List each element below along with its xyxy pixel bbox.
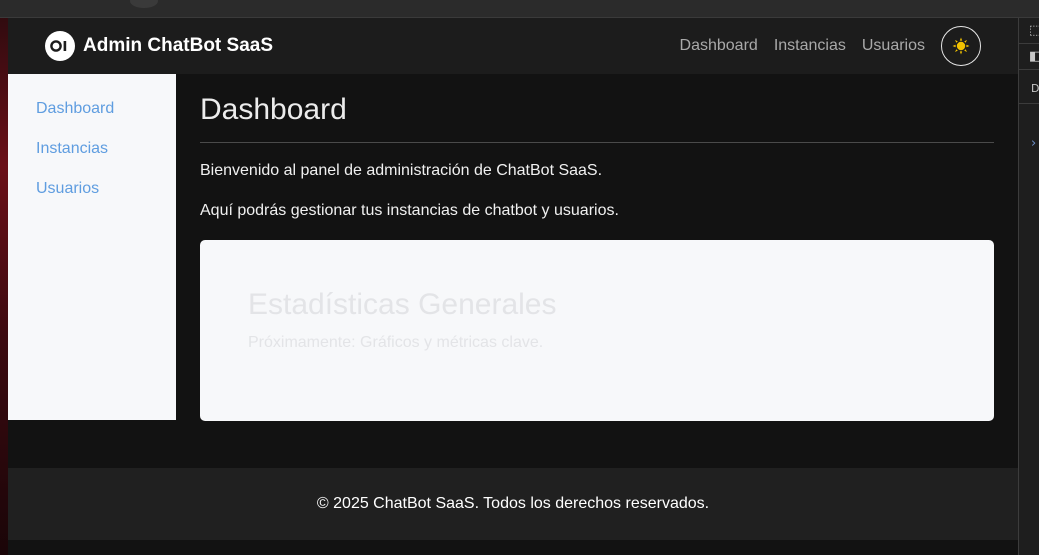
- devtools-toolbar-row: ◧: [1019, 44, 1039, 70]
- nav-link-instancias[interactable]: Instancias: [774, 37, 846, 55]
- description-text: Aquí podrás gestionar tus instancias de …: [200, 202, 619, 219]
- app-viewport: Admin ChatBot SaaS Dashboard Instancias …: [8, 18, 1018, 555]
- sidebar-item-dashboard[interactable]: Dashboard: [8, 99, 176, 139]
- brand-logo-icon: [45, 31, 75, 61]
- sidebar: Dashboard Instancias Usuarios: [8, 74, 176, 420]
- main-content: Dashboard Bienvenido al panel de adminis…: [200, 74, 994, 421]
- welcome-text: Bienvenido al panel de administración de…: [200, 162, 603, 179]
- nav-link-dashboard[interactable]: Dashboard: [680, 37, 758, 55]
- stats-card: Estadísticas Generales Próximamente: Grá…: [200, 240, 994, 421]
- nav-links: Dashboard Instancias Usuarios: [680, 26, 981, 66]
- title-divider: [200, 142, 994, 143]
- devtools-tab-label[interactable]: D: [1031, 82, 1039, 95]
- tab-edge: [130, 0, 158, 8]
- browser-tab-strip: [0, 0, 1039, 18]
- chevron-right-icon[interactable]: ›: [1031, 136, 1036, 151]
- devtools-toolbar-row: ⬚: [1019, 18, 1039, 44]
- page-title: Dashboard: [200, 93, 347, 126]
- top-navbar: Admin ChatBot SaaS Dashboard Instancias …: [8, 18, 1018, 74]
- brand[interactable]: Admin ChatBot SaaS: [45, 31, 273, 61]
- footer: © 2025 ChatBot SaaS. Todos los derechos …: [8, 468, 1018, 540]
- devtools-layout-icon[interactable]: ◧: [1029, 49, 1039, 64]
- sidebar-item-instancias[interactable]: Instancias: [8, 139, 176, 179]
- nav-link-usuarios[interactable]: Usuarios: [862, 37, 925, 55]
- footer-copyright: © 2025 ChatBot SaaS. Todos los derechos …: [316, 495, 710, 512]
- devtools-inspect-icon[interactable]: ⬚: [1029, 23, 1039, 38]
- sidebar-item-usuarios[interactable]: Usuarios: [8, 179, 176, 219]
- sun-icon: [952, 37, 970, 55]
- brand-name: Admin ChatBot SaaS: [83, 35, 274, 56]
- devtools-tab-row: D: [1019, 70, 1039, 104]
- browser-left-edge: [0, 0, 8, 555]
- devtools-panel: ⬚ ◧ D ›: [1018, 18, 1039, 555]
- stats-card-subtitle: Próximamente: Gráficos y métricas clave.: [248, 334, 544, 351]
- theme-toggle-button[interactable]: [941, 26, 981, 66]
- stats-card-title: Estadísticas Generales: [248, 288, 557, 321]
